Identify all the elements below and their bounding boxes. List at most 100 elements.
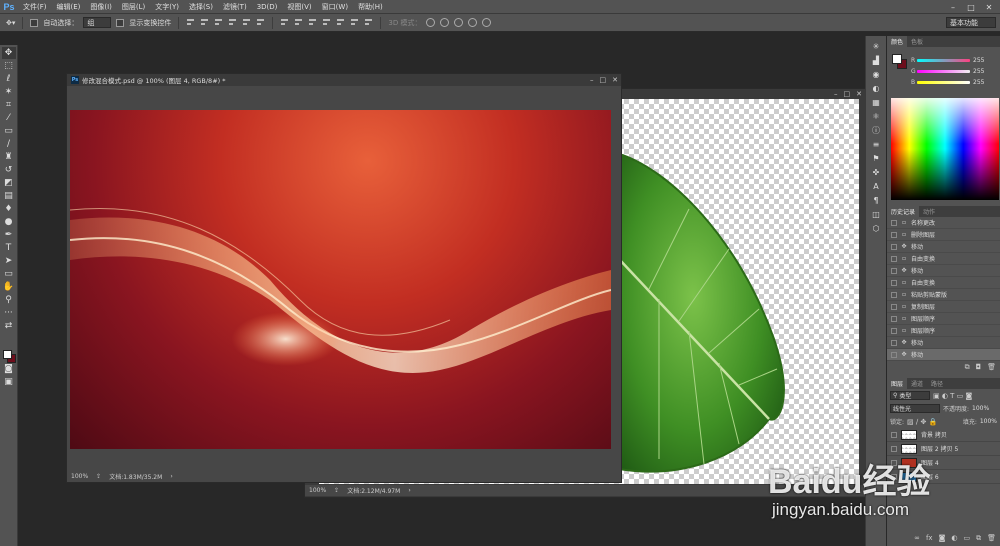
- slider-green-track[interactable]: [917, 70, 970, 73]
- align-hcenter-icon[interactable]: [242, 18, 251, 27]
- slider-red-value[interactable]: 255: [973, 57, 984, 64]
- navigator-icon[interactable]: ✳: [870, 40, 882, 52]
- shape-tool-icon[interactable]: ▭: [2, 268, 16, 280]
- crop-tool-icon[interactable]: ⌗: [2, 99, 16, 111]
- menu-file[interactable]: 文件(F): [18, 2, 52, 12]
- distribute-hcenter-icon[interactable]: [336, 18, 345, 27]
- eye-icon[interactable]: [891, 445, 897, 452]
- eye-icon[interactable]: [891, 431, 897, 438]
- menu-type[interactable]: 文字(Y): [150, 2, 184, 12]
- swatches-icon[interactable]: ▦: [870, 96, 882, 108]
- tab-actions[interactable]: 动作: [919, 206, 939, 217]
- clone-source-icon[interactable]: ✜: [870, 166, 882, 178]
- history-item[interactable]: ▫ 图层顺序: [887, 313, 1000, 325]
- zoom-level[interactable]: 100%: [309, 487, 326, 494]
- menu-help[interactable]: 帮助(H): [353, 2, 388, 12]
- history-brush-tool-icon[interactable]: ↺: [2, 164, 16, 176]
- link-icon[interactable]: ∞: [914, 534, 920, 542]
- paragraph-icon[interactable]: ¶: [870, 194, 882, 206]
- auto-select-dropdown[interactable]: 组: [83, 17, 112, 28]
- minimize-icon[interactable]: –: [590, 76, 594, 84]
- doc-title-bar[interactable]: Ps 修改混合模式.psd @ 100% (图层 4, RGB/8#) *: [67, 74, 621, 86]
- close-icon[interactable]: ✕: [856, 90, 862, 98]
- history-item[interactable]: ▫ 粘贴剪贴蒙版: [887, 289, 1000, 301]
- history-item[interactable]: ✥ 移动: [887, 337, 1000, 349]
- more-tools-icon[interactable]: ···: [2, 307, 16, 319]
- 3d-slide-icon[interactable]: [468, 18, 478, 27]
- auto-align-icon[interactable]: [364, 18, 373, 27]
- blend-mode-dropdown[interactable]: 线性光: [890, 404, 940, 413]
- eraser-tool-icon[interactable]: ◩: [2, 177, 16, 189]
- tab-color[interactable]: 颜色: [887, 36, 908, 47]
- filter-icons[interactable]: ▣ ◐ T ▭ ◙: [933, 392, 972, 400]
- 3d-panel-icon[interactable]: ⬡: [870, 222, 882, 234]
- align-right-icon[interactable]: [256, 18, 265, 27]
- glyphs-icon[interactable]: ◫: [870, 208, 882, 220]
- history-item[interactable]: ▫ 自由变换: [887, 253, 1000, 265]
- tab-layers[interactable]: 图层: [887, 378, 908, 389]
- maximize-icon[interactable]: □: [600, 76, 607, 84]
- eye-icon[interactable]: [891, 473, 897, 480]
- status-arrow-icon[interactable]: ›: [408, 487, 410, 494]
- new-document-icon[interactable]: ⧉: [965, 363, 970, 372]
- adjustment-layer-icon[interactable]: ◐: [951, 534, 957, 542]
- status-arrow-icon[interactable]: ›: [170, 473, 172, 480]
- tab-paths[interactable]: 路径: [927, 378, 947, 389]
- menu-3d[interactable]: 3D(D): [252, 3, 283, 11]
- foreground-color-swatch[interactable]: [3, 350, 12, 359]
- history-item[interactable]: ▫ 复制图层: [887, 301, 1000, 313]
- history-item-selected[interactable]: ✥ 移动: [887, 349, 1000, 361]
- zoom-level[interactable]: 100%: [71, 473, 88, 480]
- info-circle-icon[interactable]: ⓘ: [870, 124, 882, 136]
- menu-filter[interactable]: 滤镜(T): [218, 2, 252, 12]
- trash-icon[interactable]: 🗑: [987, 363, 996, 371]
- pen-tool-icon[interactable]: ✒: [2, 229, 16, 241]
- brush-presets-icon[interactable]: ≡: [870, 138, 882, 150]
- distribute-left-icon[interactable]: [322, 18, 331, 27]
- fill-value[interactable]: 100%: [980, 418, 997, 425]
- color-spectrum[interactable]: [891, 98, 999, 200]
- styles-icon[interactable]: ⚛: [870, 110, 882, 122]
- slider-green[interactable]: G 255: [887, 66, 1000, 77]
- layer-row[interactable]: 图层 2 拷贝 5: [887, 442, 1000, 456]
- tab-channels[interactable]: 通道: [907, 378, 927, 389]
- opacity-value[interactable]: 100%: [972, 405, 989, 412]
- quick-mask-icon[interactable]: ◙: [2, 363, 16, 375]
- menu-edit[interactable]: 编辑(E): [52, 2, 86, 12]
- clone-stamp-tool-icon[interactable]: ♜: [2, 151, 16, 163]
- slider-blue[interactable]: B 255: [887, 77, 1000, 88]
- auto-select-checkbox[interactable]: [30, 18, 39, 27]
- marquee-tool-icon[interactable]: ⬚: [2, 60, 16, 72]
- history-item[interactable]: ✥ 移动: [887, 265, 1000, 277]
- history-item[interactable]: ▫ 图层顺序: [887, 325, 1000, 337]
- layer-row[interactable]: 图层 6: [887, 470, 1000, 484]
- slider-blue-track[interactable]: [917, 81, 970, 84]
- mask-icon[interactable]: ◙: [939, 534, 946, 542]
- folder-icon[interactable]: ▭: [963, 534, 970, 542]
- zoom-tool-icon[interactable]: ⚲: [2, 294, 16, 306]
- red-wave-canvas[interactable]: [70, 110, 611, 449]
- dodge-tool-icon[interactable]: ●: [2, 216, 16, 228]
- menu-window[interactable]: 窗口(W): [317, 2, 353, 12]
- menu-view[interactable]: 视图(V): [282, 2, 316, 12]
- close-icon[interactable]: ✕: [980, 0, 998, 14]
- distribute-right-icon[interactable]: [350, 18, 359, 27]
- maximize-icon[interactable]: □: [844, 90, 851, 98]
- layer-row[interactable]: 背景 拷贝: [887, 428, 1000, 442]
- layer-filter-dropdown[interactable]: ⚲ 类型: [890, 391, 930, 400]
- history-item[interactable]: ✥ 移动: [887, 241, 1000, 253]
- slider-blue-value[interactable]: 255: [973, 79, 984, 86]
- align-top-icon[interactable]: [186, 18, 195, 27]
- info-icon[interactable]: ◉: [870, 68, 882, 80]
- distribute-bottom-icon[interactable]: [308, 18, 317, 27]
- eyedropper-tool-icon[interactable]: ⁄: [2, 112, 16, 124]
- history-item[interactable]: ▫ 自由变换: [887, 277, 1000, 289]
- distribute-top-icon[interactable]: [280, 18, 289, 27]
- layer-row[interactable]: 图层 4: [887, 456, 1000, 470]
- export-icon[interactable]: ⇪: [334, 487, 339, 494]
- menu-layer[interactable]: 图层(L): [117, 2, 150, 12]
- 3d-rotate-icon[interactable]: [426, 18, 436, 27]
- menu-select[interactable]: 选择(S): [184, 2, 218, 12]
- eye-icon[interactable]: [891, 459, 897, 466]
- trash-icon[interactable]: 🗑: [987, 534, 996, 542]
